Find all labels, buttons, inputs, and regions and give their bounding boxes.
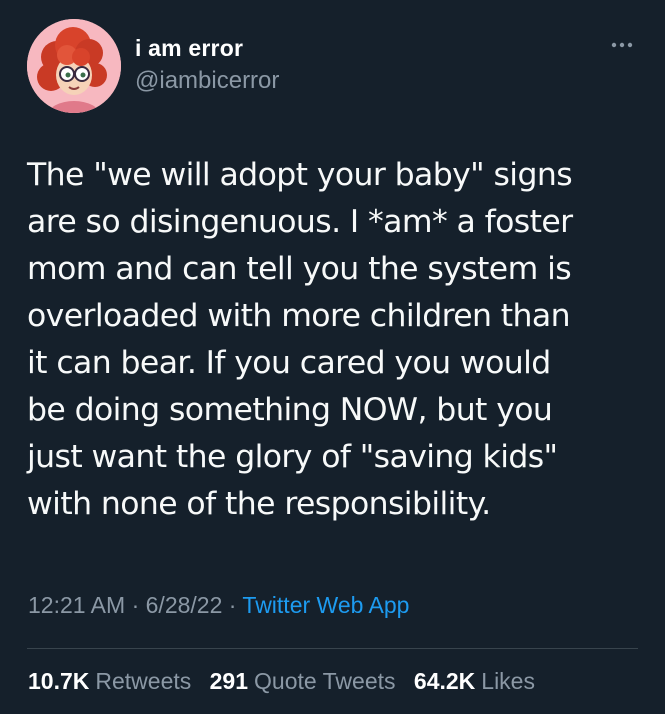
avatar[interactable] xyxy=(27,19,121,113)
retweets-count: 10.7K xyxy=(28,668,90,694)
author-display-name[interactable]: i am error xyxy=(135,35,243,62)
author-handle[interactable]: @iambicerror xyxy=(135,67,279,95)
retweets-label: Retweets xyxy=(95,668,192,694)
meta-separator: · xyxy=(125,592,146,618)
tweet-text: The "we will adopt your baby" signs are … xyxy=(27,157,573,522)
tweet-card: i am error @iambicerror The "we will ado… xyxy=(0,0,665,714)
tweet-metadata: 12:21 AM · 6/28/22 · Twitter Web App xyxy=(28,592,409,619)
quote-tweets-count: 291 xyxy=(209,668,249,694)
retweets-stat[interactable]: 10.7K Retweets xyxy=(28,668,191,695)
avatar-illustration-icon xyxy=(27,19,121,113)
likes-count: 64.2K xyxy=(413,668,476,694)
tweet-time[interactable]: 12:21 AM xyxy=(28,592,125,618)
more-horizontal-icon xyxy=(611,42,633,48)
more-options-button[interactable] xyxy=(608,38,636,52)
tweet-source-link[interactable]: Twitter Web App xyxy=(242,592,409,618)
meta-separator: · xyxy=(222,592,243,618)
likes-label: Likes xyxy=(481,668,535,694)
quote-tweets-label: Quote Tweets xyxy=(254,668,396,694)
divider xyxy=(27,648,638,649)
quote-tweets-stat[interactable]: 291 Quote Tweets xyxy=(210,668,396,695)
tweet-date[interactable]: 6/28/22 xyxy=(146,592,223,618)
likes-stat[interactable]: 64.2K Likes xyxy=(414,668,535,695)
tweet-stats: 10.7K Retweets 291 Quote Tweets 64.2K Likes xyxy=(28,668,547,695)
